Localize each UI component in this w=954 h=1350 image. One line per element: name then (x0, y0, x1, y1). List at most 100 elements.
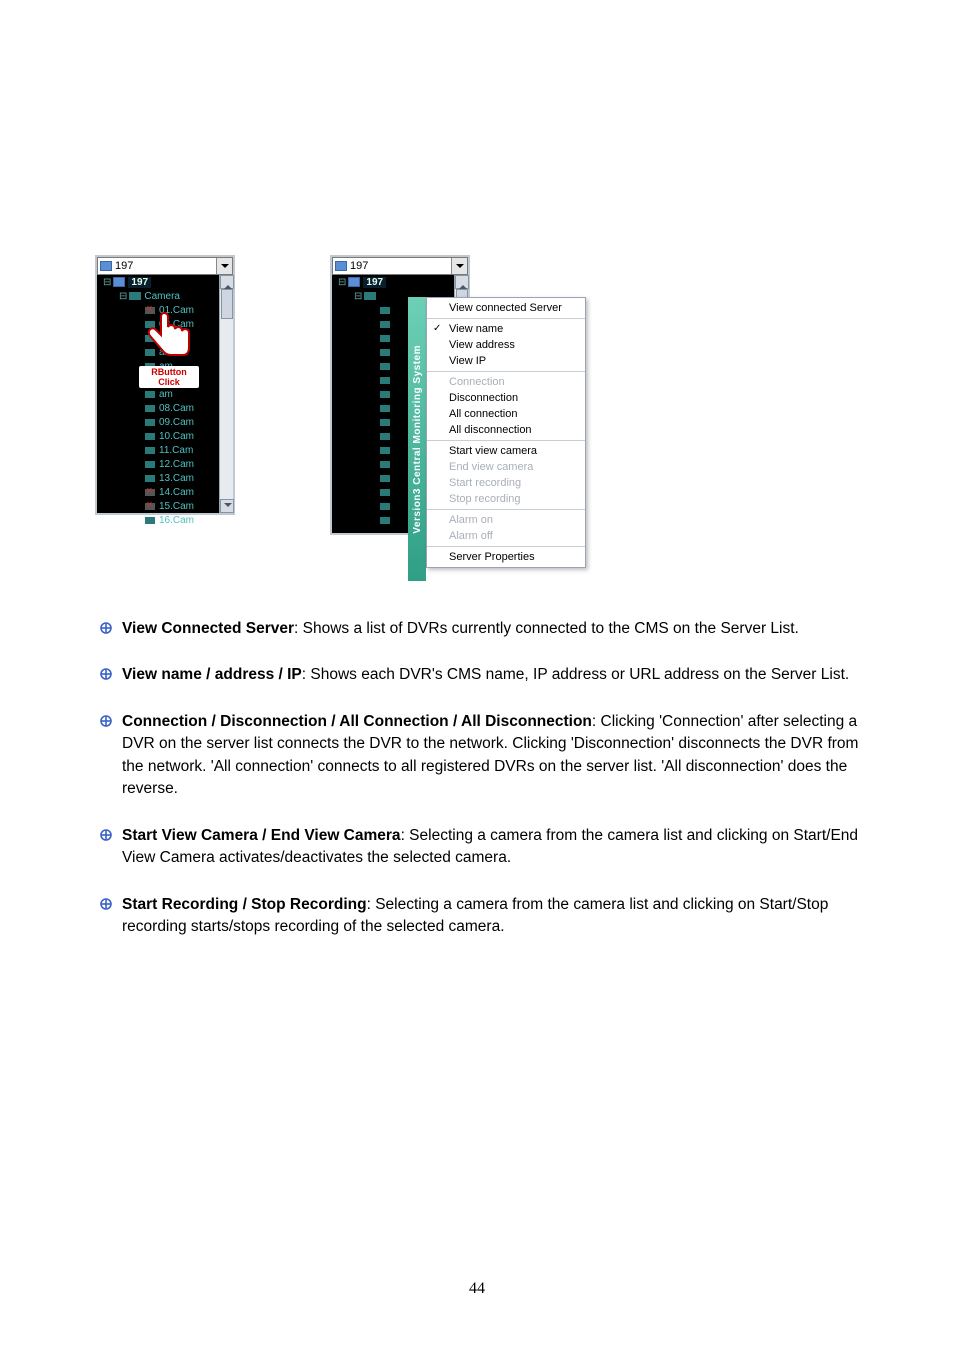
bullet-item: Start View Camera / End View Camera: Sel… (100, 825, 860, 870)
camera-icon (380, 447, 390, 454)
camera-icon (380, 503, 390, 510)
server-combo[interactable]: 197 (332, 257, 468, 275)
description-list: View Connected Server: Shows a list of D… (100, 618, 860, 939)
camera-item[interactable]: 11.Cam (97, 443, 233, 457)
tree-expander[interactable]: ⊟ (338, 277, 346, 288)
bullet-icon (100, 622, 112, 634)
server-combo-label: 197 (115, 260, 133, 272)
menu-item-view-address[interactable]: View address (427, 337, 585, 353)
root-node-label[interactable]: 197 (363, 277, 386, 288)
monitor-icon (113, 277, 125, 287)
camera-item[interactable]: 12.Cam (97, 457, 233, 471)
camera-icon (145, 391, 155, 398)
menu-item-view-ip[interactable]: View IP (427, 353, 585, 369)
server-combo[interactable]: 197 (97, 257, 233, 275)
camera-icon (380, 517, 390, 524)
camera-group-icon (129, 292, 141, 300)
menu-item-all-disconnection[interactable]: All disconnection (427, 422, 585, 438)
scroll-thumb[interactable] (221, 289, 233, 319)
monitor-icon (348, 277, 360, 287)
bullet-lead: View Connected Server (122, 620, 294, 637)
camera-icon (145, 419, 155, 426)
camera-icon (145, 503, 155, 510)
cursor-rbutton-hint: RButtonClick (139, 311, 199, 383)
menu-item-all-connection[interactable]: All connection (427, 406, 585, 422)
menu-item-alarm-on: Alarm on (427, 512, 585, 528)
menu-item-view-name[interactable]: View name (427, 321, 585, 337)
context-menu-sidebar: Version3 Central Monitoring System (408, 297, 426, 581)
menu-item-view-connected-server[interactable]: View connected Server (427, 300, 585, 316)
tree-body: ⊟ 197 ⊟ Camera 01.Cam02.CamCamamamamam08… (97, 275, 233, 513)
bullet-body: : Shows a list of DVRs currently connect… (294, 620, 799, 637)
menu-item-start-view-camera[interactable]: Start view camera (427, 443, 585, 459)
camera-icon (145, 461, 155, 468)
camera-group-label[interactable]: Camera (144, 291, 180, 302)
scroll-up-icon[interactable] (455, 275, 469, 289)
camera-icon (145, 475, 155, 482)
camera-icon (380, 391, 390, 398)
camera-item[interactable]: 09.Cam (97, 415, 233, 429)
camera-icon (145, 405, 155, 412)
dropdown-arrow-icon[interactable] (451, 258, 467, 274)
camera-label: am (159, 389, 173, 400)
bullet-body: : Shows each DVR's CMS name, IP address … (302, 666, 849, 683)
bullet-lead: Start View Camera / End View Camera (122, 827, 401, 844)
menu-item-disconnection[interactable]: Disconnection (427, 390, 585, 406)
bullet-lead: View name / address / IP (122, 666, 302, 683)
scroll-down-icon[interactable] (220, 499, 234, 513)
camera-item[interactable]: 15.Cam (97, 499, 233, 513)
monitor-icon (335, 261, 347, 271)
camera-item[interactable]: 13.Cam (97, 471, 233, 485)
bullet-lead: Start Recording / Stop Recording (122, 896, 367, 913)
camera-icon (380, 377, 390, 384)
monitor-icon (100, 261, 112, 271)
camera-label: 15.Cam (159, 501, 194, 512)
cursor-hint-line2: Click (158, 377, 180, 387)
camera-icon (380, 321, 390, 328)
camera-icon (380, 475, 390, 482)
menu-item-server-properties[interactable]: Server Properties (427, 549, 585, 565)
camera-label: 14.Cam (159, 487, 194, 498)
bullet-item: View Connected Server: Shows a list of D… (100, 618, 860, 640)
camera-icon (145, 433, 155, 440)
bullet-icon (100, 668, 112, 680)
scrollbar[interactable] (219, 275, 233, 513)
camera-item[interactable]: 10.Cam (97, 429, 233, 443)
right-tree-with-menu: 197 ⊟ 197 ⊟ (330, 255, 470, 535)
camera-label: 08.Cam (159, 403, 194, 414)
camera-label: 12.Cam (159, 459, 194, 470)
camera-icon (380, 433, 390, 440)
bullet-icon (100, 829, 112, 841)
camera-label: 16.Cam (159, 515, 194, 526)
camera-icon (380, 349, 390, 356)
dropdown-arrow-icon[interactable] (216, 258, 232, 274)
camera-icon (380, 405, 390, 412)
bullet-item: Connection / Disconnection / All Connect… (100, 711, 860, 801)
left-server-tree: 197 ⊟ 197 ⊟ Camera 01.Cam02.CamCamamamam… (95, 255, 235, 515)
camera-icon (380, 461, 390, 468)
page-number: 44 (0, 1280, 954, 1298)
camera-item[interactable]: 16.Cam (97, 513, 233, 527)
camera-icon (380, 419, 390, 426)
scroll-up-icon[interactable] (220, 275, 234, 289)
camera-item[interactable]: am (97, 387, 233, 401)
camera-label: 09.Cam (159, 417, 194, 428)
menu-item-stop-recording: Stop recording (427, 491, 585, 507)
menu-item-end-view-camera: End view camera (427, 459, 585, 475)
camera-group-icon (364, 292, 376, 300)
camera-icon (145, 447, 155, 454)
camera-icon (145, 489, 155, 496)
camera-icon (380, 307, 390, 314)
bullet-icon (100, 898, 112, 910)
camera-item[interactable]: 14.Cam (97, 485, 233, 499)
camera-icon (145, 517, 155, 524)
sidebar-title: Version3 Central Monitoring System (412, 345, 423, 534)
camera-item[interactable]: 08.Cam (97, 401, 233, 415)
root-node-label[interactable]: 197 (128, 277, 151, 288)
bullet-lead: Connection / Disconnection / All Connect… (122, 713, 592, 730)
server-combo-label: 197 (350, 260, 368, 272)
camera-label: 13.Cam (159, 473, 194, 484)
menu-item-connection: Connection (427, 374, 585, 390)
server-context-menu: View connected Server View nameView addre… (426, 297, 586, 568)
tree-expander[interactable]: ⊟ (103, 277, 111, 288)
